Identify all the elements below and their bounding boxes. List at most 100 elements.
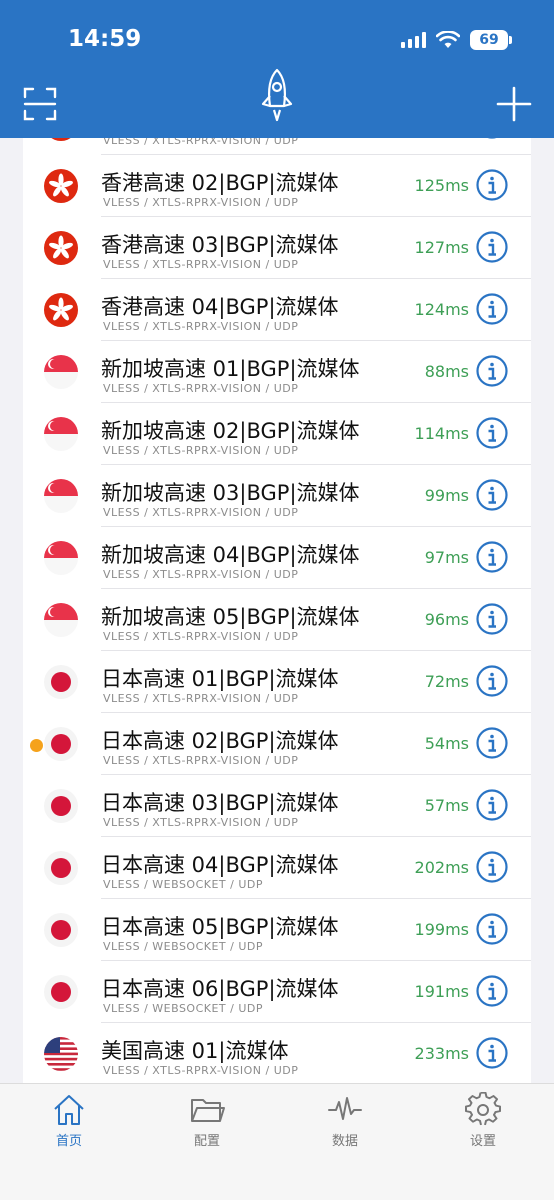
node-protocol: VLESS / XTLS-RPRX-VISION / UDP: [103, 816, 299, 829]
info-icon: [476, 231, 508, 263]
node-name: 日本高速 05|BGP|流媒体: [101, 915, 339, 939]
info-button[interactable]: [476, 541, 508, 573]
node-protocol: VLESS / XTLS-RPRX-VISION / UDP: [103, 630, 299, 643]
flag-hk-icon: [44, 293, 78, 327]
flag-hk-icon: [44, 138, 78, 141]
node-row[interactable]: 香港高速 01|BGP|流媒体VLESS / XTLS-RPRX-VISION …: [23, 138, 531, 155]
node-row[interactable]: 香港高速 03|BGP|流媒体 VLESS / XTLS-RPRX-VISION …: [23, 217, 531, 279]
node-protocol: VLESS / WEBSOCKET / UDP: [103, 1002, 264, 1015]
node-name: 新加坡高速 04|BGP|流媒体: [101, 543, 360, 567]
node-name: 新加坡高速 01|BGP|流媒体: [101, 357, 360, 381]
tab-data[interactable]: 数据: [305, 1092, 385, 1149]
app-header: 14:59 69: [0, 0, 554, 138]
plus-icon: [496, 86, 532, 122]
node-protocol: VLESS / XTLS-RPRX-VISION / UDP: [103, 692, 299, 705]
home-icon: [54, 1095, 84, 1125]
node-row[interactable]: 新加坡高速 01|BGP|流媒体 VLESS / XTLS-RPRX-VISION…: [23, 341, 531, 403]
node-name: 香港高速 04|BGP|流媒体: [101, 295, 339, 319]
tab-data-label: 数据: [331, 1134, 358, 1149]
info-button[interactable]: [476, 417, 508, 449]
node-row[interactable]: 日本高速 06|BGP|流媒体 VLESS / WEBSOCKET / UDP 19…: [23, 961, 531, 1023]
folder-icon: [191, 1099, 225, 1122]
node-latency: 54ms: [424, 734, 469, 753]
tab-settings-label: 设置: [469, 1134, 496, 1149]
info-button[interactable]: [476, 913, 508, 945]
node-protocol: VLESS / XTLS-RPRX-VISION / UDP: [103, 258, 299, 271]
node-row[interactable]: 日本高速 01|BGP|流媒体 VLESS / XTLS-RPRX-VISION …: [23, 651, 531, 713]
flag-jp-icon: [44, 851, 78, 885]
node-latency: 57ms: [424, 796, 469, 815]
node-latency: 191ms: [414, 982, 469, 1001]
node-row[interactable]: 新加坡高速 03|BGP|流媒体 VLESS / XTLS-RPRX-VISION…: [23, 465, 531, 527]
info-button[interactable]: [476, 851, 508, 883]
node-row[interactable]: 新加坡高速 02|BGP|流媒体 VLESS / XTLS-RPRX-VISION…: [23, 403, 531, 465]
tab-config-label: 配置: [193, 1134, 220, 1149]
tab-config[interactable]: 配置: [167, 1092, 247, 1149]
node-row[interactable]: 日本高速 03|BGP|流媒体 VLESS / XTLS-RPRX-VISION …: [23, 775, 531, 837]
selected-indicator: [30, 739, 43, 752]
status-icons: 69: [401, 30, 512, 50]
tab-settings[interactable]: 设置: [443, 1092, 523, 1149]
info-icon: [476, 355, 508, 387]
node-protocol: VLESS / XTLS-RPRX-VISION / UDP: [103, 138, 299, 147]
info-button[interactable]: [476, 231, 508, 263]
scan-icon: [23, 87, 57, 121]
info-button[interactable]: [476, 603, 508, 635]
node-row[interactable]: 新加坡高速 05|BGP|流媒体 VLESS / XTLS-RPRX-VISION…: [23, 589, 531, 651]
node-row[interactable]: 美国高速 01|流媒体 VLESS / XTLS-RPRX-VISION / UD…: [23, 1023, 531, 1083]
node-name: 新加坡高速 02|BGP|流媒体: [101, 419, 360, 443]
info-icon: [476, 479, 508, 511]
tab-bar: 首页 配置 数据 设置: [0, 1083, 554, 1200]
info-button[interactable]: [476, 789, 508, 821]
node-protocol: VLESS / XTLS-RPRX-VISION / UDP: [103, 444, 299, 457]
node-row[interactable]: 日本高速 04|BGP|流媒体 VLESS / WEBSOCKET / UDP 20…: [23, 837, 531, 899]
info-button[interactable]: [476, 293, 508, 325]
battery-indicator: 69: [470, 30, 512, 50]
flag-sg-icon: [44, 541, 78, 575]
node-list[interactable]: 香港高速 01|BGP|流媒体VLESS / XTLS-RPRX-VISION …: [23, 138, 531, 1083]
node-latency: 96ms: [424, 610, 469, 629]
info-button[interactable]: [476, 169, 508, 201]
node-latency: 88ms: [424, 362, 469, 381]
rocket-logo-icon: [261, 68, 293, 122]
gear-icon: [465, 1092, 501, 1126]
info-icon: [476, 417, 508, 449]
flag-us-icon: [44, 1037, 78, 1071]
node-protocol: VLESS / XTLS-RPRX-VISION / UDP: [103, 382, 299, 395]
tab-home[interactable]: 首页: [29, 1092, 109, 1149]
node-name: 日本高速 01|BGP|流媒体: [101, 667, 339, 691]
node-latency: 125ms: [414, 176, 469, 195]
info-button[interactable]: [476, 479, 508, 511]
info-icon: [476, 789, 508, 821]
info-button[interactable]: [476, 975, 508, 1007]
info-button[interactable]: [476, 1037, 508, 1069]
node-name: 香港高速 02|BGP|流媒体: [101, 171, 339, 195]
node-latency: 199ms: [414, 920, 469, 939]
node-row[interactable]: 日本高速 02|BGP|流媒体 VLESS / XTLS-RPRX-VISION …: [23, 713, 531, 775]
info-icon: [476, 851, 508, 883]
add-button[interactable]: [494, 84, 534, 124]
info-icon: [476, 1037, 508, 1069]
info-button[interactable]: [476, 355, 508, 387]
node-row[interactable]: 日本高速 05|BGP|流媒体 VLESS / WEBSOCKET / UDP 19…: [23, 899, 531, 961]
info-button[interactable]: [476, 138, 508, 139]
node-protocol: VLESS / XTLS-RPRX-VISION / UDP: [103, 196, 299, 209]
node-latency: 127ms: [414, 238, 469, 257]
info-button[interactable]: [476, 727, 508, 759]
node-row[interactable]: 新加坡高速 04|BGP|流媒体 VLESS / XTLS-RPRX-VISION…: [23, 527, 531, 589]
node-protocol: VLESS / WEBSOCKET / UDP: [103, 878, 264, 891]
node-row[interactable]: 香港高速 02|BGP|流媒体 VLESS / XTLS-RPRX-VISION …: [23, 155, 531, 217]
node-row[interactable]: 香港高速 04|BGP|流媒体 VLESS / XTLS-RPRX-VISION …: [23, 279, 531, 341]
info-icon: [476, 541, 508, 573]
scan-button[interactable]: [20, 84, 60, 124]
node-protocol: VLESS / XTLS-RPRX-VISION / UDP: [103, 506, 299, 519]
node-latency: 233ms: [414, 1044, 469, 1063]
flag-sg-icon: [44, 355, 78, 389]
info-icon: [476, 975, 508, 1007]
node-name: 新加坡高速 05|BGP|流媒体: [101, 605, 360, 629]
activity-icon: [328, 1097, 362, 1120]
node-protocol: VLESS / WEBSOCKET / UDP: [103, 940, 264, 953]
flag-jp-icon: [44, 665, 78, 699]
info-icon: [476, 913, 508, 945]
info-button[interactable]: [476, 665, 508, 697]
